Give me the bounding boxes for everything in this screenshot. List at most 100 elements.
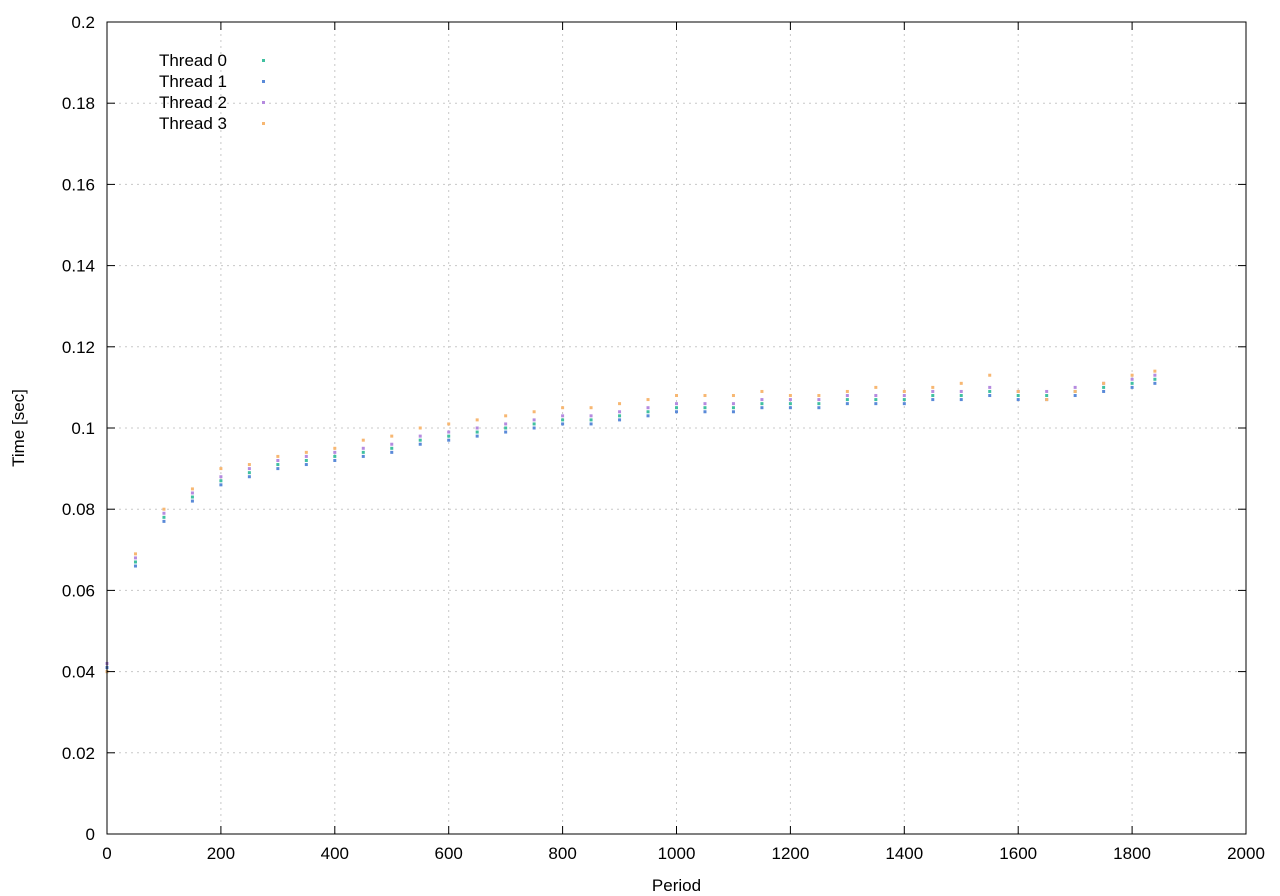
data-point [902, 402, 906, 406]
data-point [845, 389, 849, 393]
data-point [1102, 389, 1106, 393]
y-tick-label: 0 [86, 825, 95, 844]
data-point [276, 463, 280, 467]
x-tick-label: 200 [207, 844, 235, 863]
data-point [190, 491, 194, 495]
data-point [931, 394, 935, 398]
data-point [333, 458, 337, 462]
data-point [561, 422, 565, 426]
x-axis-tick-labels: 0 200 400 600 800 1000 1200 1400 1600 1800 2000 [102, 844, 1265, 863]
data-point [162, 519, 166, 523]
data-point [304, 450, 308, 454]
data-point [959, 381, 963, 385]
x-tick-label: 400 [321, 844, 349, 863]
series-0-points [105, 377, 1157, 674]
legend-marker [262, 59, 265, 62]
legend-marker [262, 122, 265, 125]
data-point [390, 434, 394, 438]
data-point [304, 463, 308, 467]
x-tick-label: 2000 [1227, 844, 1265, 863]
data-point [817, 398, 821, 402]
y-tick-label: 0.02 [62, 744, 95, 763]
data-point [589, 414, 593, 418]
data-point [532, 418, 536, 422]
data-point [618, 418, 622, 422]
data-point [219, 475, 223, 479]
data-point [133, 552, 137, 556]
data-point [731, 394, 735, 398]
data-point [731, 410, 735, 414]
data-point [361, 438, 365, 442]
data-point [845, 398, 849, 402]
data-point [561, 418, 565, 422]
data-point [675, 406, 678, 410]
data-point [1016, 398, 1020, 402]
data-point [475, 430, 479, 434]
data-point [447, 430, 451, 434]
data-point [418, 426, 422, 430]
data-point [1016, 394, 1020, 398]
data-point [874, 398, 878, 402]
x-tick-label: 1400 [885, 844, 923, 863]
data-point [845, 394, 849, 398]
data-point [589, 406, 593, 410]
data-point [931, 389, 935, 393]
data-point [133, 560, 137, 564]
data-point [788, 398, 792, 402]
data-point [390, 446, 394, 450]
data-point [1130, 377, 1134, 381]
data-point [532, 422, 536, 426]
data-point [731, 402, 735, 406]
data-point [390, 450, 394, 454]
data-point [333, 446, 337, 450]
data-point [1153, 377, 1157, 381]
data-point [646, 398, 650, 402]
y-tick-label: 0.2 [71, 13, 95, 32]
legend-label: Thread 0 [159, 51, 227, 70]
data-point [1073, 389, 1077, 393]
data-point [247, 471, 251, 475]
y-tick-label: 0.14 [62, 257, 95, 276]
data-point [1102, 381, 1106, 385]
x-tick-label: 1600 [999, 844, 1037, 863]
data-point [504, 430, 508, 434]
data-point [874, 402, 878, 406]
data-point [760, 402, 764, 406]
data-point [988, 385, 992, 389]
data-point [276, 454, 280, 458]
data-point [760, 389, 764, 393]
data-point [276, 467, 280, 471]
data-point [959, 389, 963, 393]
x-tick-label: 600 [435, 844, 463, 863]
legend: Thread 0 Thread 1 Thread 2 Thread 3 [159, 51, 265, 133]
data-point [133, 556, 137, 560]
data-point [874, 385, 878, 389]
x-axis-title: Period [652, 876, 701, 895]
data-point [1016, 389, 1020, 393]
data-point [931, 398, 935, 402]
data-point [675, 402, 678, 406]
data-point [219, 479, 223, 483]
data-point [418, 434, 422, 438]
data-point [475, 426, 479, 430]
data-point [845, 402, 849, 406]
data-point [618, 414, 622, 418]
data-point [561, 414, 565, 418]
data-point [162, 515, 166, 519]
data-point [532, 426, 536, 430]
series-2-points [105, 373, 1157, 665]
data-point [1153, 373, 1157, 377]
data-point [190, 499, 194, 503]
data-point [247, 463, 251, 467]
data-point [247, 467, 251, 471]
data-point [760, 398, 764, 402]
data-point [788, 406, 792, 410]
data-point [190, 487, 194, 491]
y-tick-label: 0.06 [62, 581, 95, 600]
data-point [361, 446, 365, 450]
data-point [874, 394, 878, 398]
grid-lines [107, 22, 1246, 834]
data-point [988, 394, 992, 398]
data-point [475, 418, 479, 422]
data-point [304, 458, 308, 462]
